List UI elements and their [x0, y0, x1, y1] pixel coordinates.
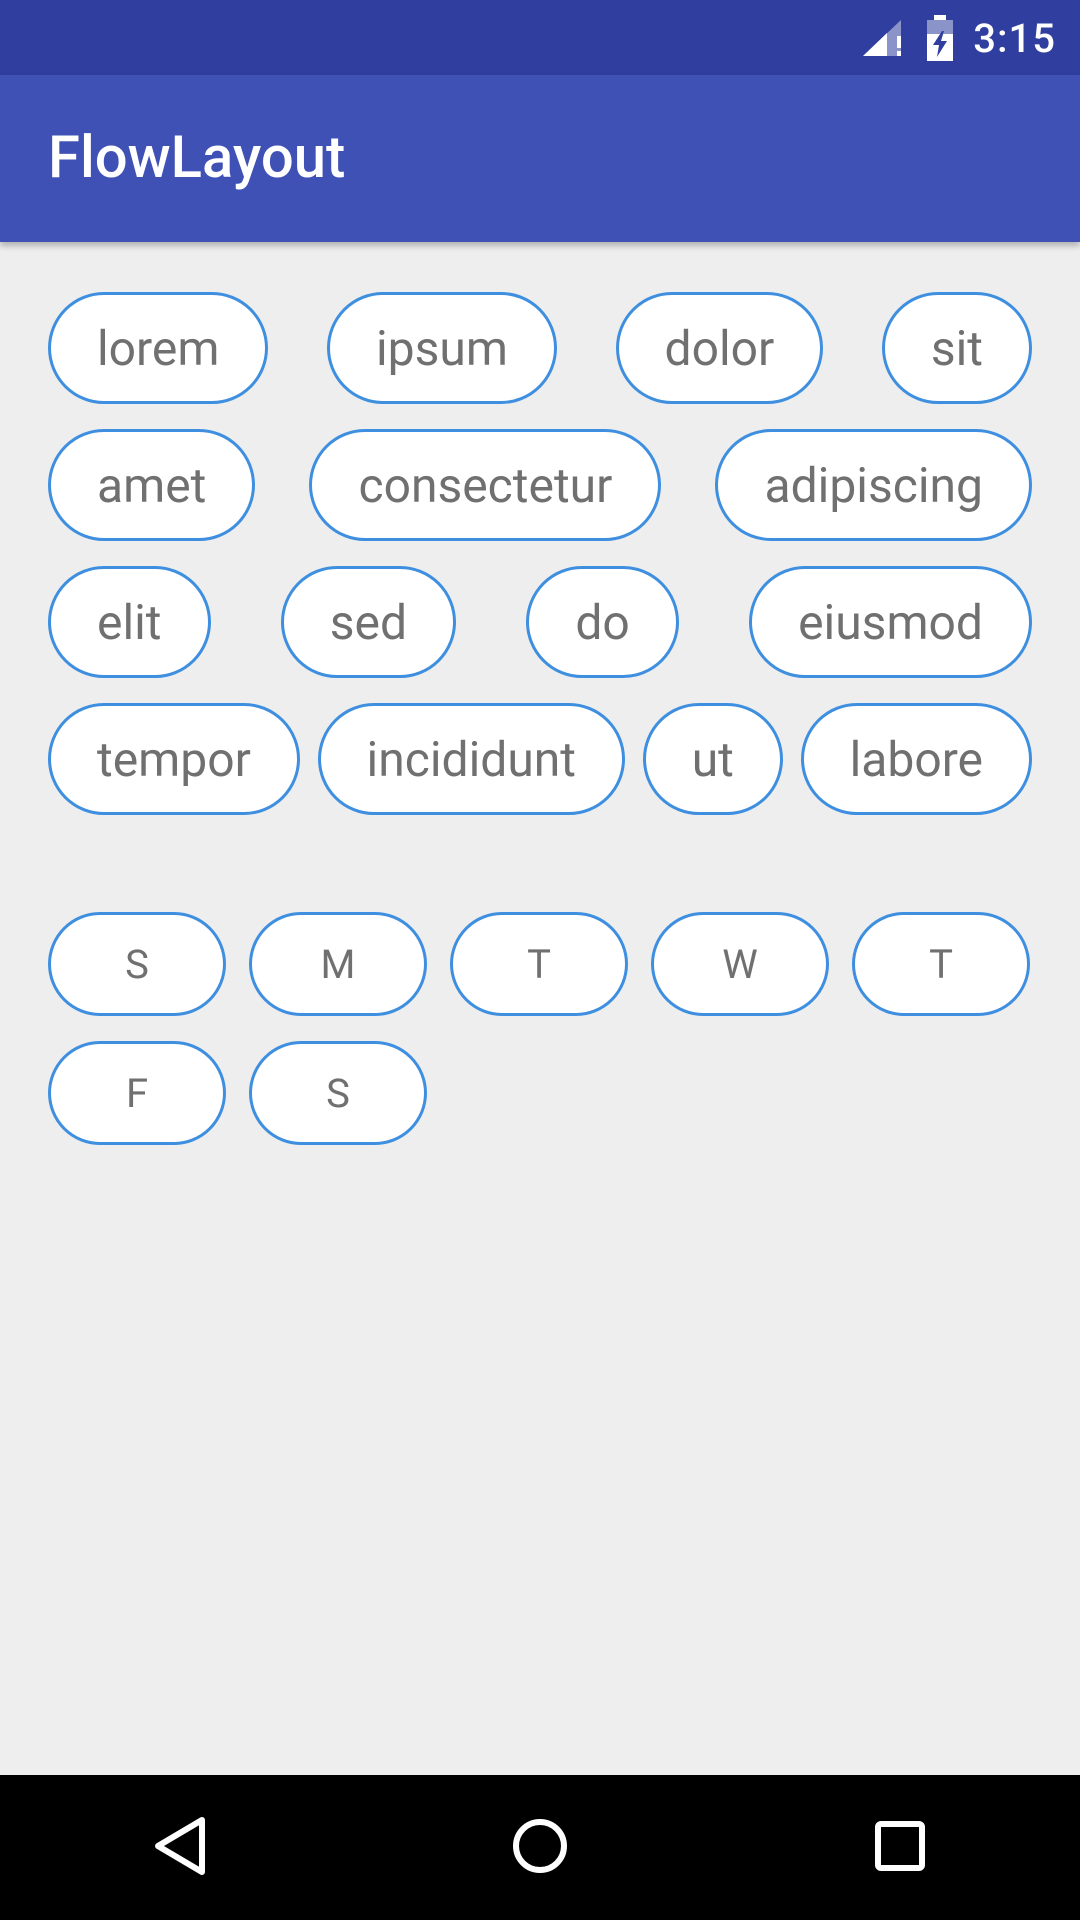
recents-button[interactable] — [840, 1788, 960, 1908]
home-button[interactable] — [480, 1788, 600, 1908]
battery-charging-icon — [925, 15, 955, 61]
back-icon — [150, 1814, 210, 1882]
back-button[interactable] — [120, 1788, 240, 1908]
home-icon — [510, 1816, 570, 1880]
tag-row: tempor incididunt ut labore — [48, 703, 1032, 815]
tag-chip[interactable]: amet — [48, 429, 256, 541]
tag-chip[interactable]: tempor — [48, 703, 300, 815]
tag-chip[interactable]: elit — [48, 566, 211, 678]
day-row: F S — [48, 1041, 1032, 1145]
day-row: S M T W T — [48, 912, 1032, 1016]
navigation-bar — [0, 1775, 1080, 1920]
day-chip[interactable]: T — [852, 912, 1030, 1016]
tag-chip[interactable]: lorem — [48, 292, 269, 404]
tag-chip[interactable]: sit — [881, 292, 1032, 404]
page-title: FlowLayout — [48, 124, 346, 192]
clock: 3:15 — [973, 14, 1056, 62]
tag-chip[interactable]: sed — [280, 566, 457, 678]
app-bar: FlowLayout — [0, 75, 1080, 242]
day-chip[interactable]: T — [450, 912, 628, 1016]
tag-chip[interactable]: ut — [642, 703, 783, 815]
tag-chip[interactable]: adipiscing — [715, 429, 1032, 541]
tag-row: lorem ipsum dolor sit — [48, 292, 1032, 404]
tag-row: amet consectetur adipiscing — [48, 429, 1032, 541]
tag-chip[interactable]: dolor — [615, 292, 824, 404]
tag-chip[interactable]: do — [526, 566, 679, 678]
tag-chip[interactable]: incididunt — [317, 703, 626, 815]
status-bar: 3:15 — [0, 0, 1080, 75]
day-chip[interactable]: W — [651, 912, 829, 1016]
signal-icon — [861, 18, 907, 58]
tag-chip[interactable]: consectetur — [309, 429, 662, 541]
main-content: lorem ipsum dolor sit amet consectetur a… — [0, 242, 1080, 1775]
day-chip[interactable]: S — [48, 912, 226, 1016]
tag-row: elit sed do eiusmod — [48, 566, 1032, 678]
day-chip[interactable]: M — [249, 912, 427, 1016]
tag-chip[interactable]: eiusmod — [749, 566, 1032, 678]
tag-chip[interactable]: ipsum — [326, 292, 557, 404]
day-chip[interactable]: F — [48, 1041, 226, 1145]
tag-chip[interactable]: labore — [800, 703, 1032, 815]
recents-icon — [872, 1818, 928, 1878]
day-chip[interactable]: S — [249, 1041, 427, 1145]
